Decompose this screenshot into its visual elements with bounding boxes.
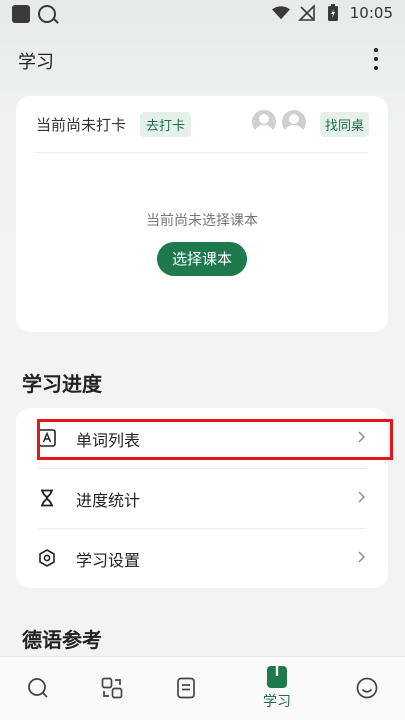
no-book-text: 当前尚未选择课本	[146, 213, 258, 229]
page-title: 学习	[18, 52, 54, 73]
menu-item-label: 学习设置	[76, 551, 141, 570]
smiley-icon	[356, 677, 378, 699]
chevron-right-icon	[358, 551, 365, 563]
nav-study[interactable]: 学习	[247, 657, 307, 720]
settings-hexagon-icon	[39, 549, 55, 567]
nav-flashcards[interactable]	[82, 657, 142, 720]
more-dot-icon	[374, 66, 378, 70]
book-icon	[267, 666, 287, 688]
section-title-reference: 德语参考	[22, 628, 102, 652]
no-signal-icon	[297, 4, 315, 21]
battery-charging-icon	[327, 4, 338, 21]
nav-label: 学习	[263, 694, 291, 710]
menu-item-settings[interactable]: 学习设置	[16, 528, 388, 588]
checkin-button[interactable]: 去打卡	[140, 112, 192, 137]
checkin-status-text: 当前尚未打卡	[36, 116, 127, 134]
app-notification-icon	[12, 5, 30, 23]
chevron-right-icon	[358, 431, 365, 443]
wifi-icon	[271, 6, 290, 20]
avatar	[282, 110, 306, 134]
more-options-button[interactable]	[369, 48, 383, 70]
checkin-card: 当前尚未打卡 去打卡 找同桌 当前尚未选择课本 选择课本	[16, 96, 388, 332]
status-bar: 10:05	[0, 0, 405, 30]
dictionary-notification-icon	[38, 5, 56, 23]
menu-item-label: 单词列表	[76, 431, 141, 450]
nav-profile[interactable]	[337, 657, 397, 720]
vocabulary-icon	[38, 429, 56, 447]
nav-notes[interactable]	[156, 657, 216, 720]
menu-item-vocabulary[interactable]: 单词列表	[16, 408, 388, 468]
status-left	[12, 5, 56, 23]
more-dot-icon	[374, 57, 378, 61]
choose-book-button[interactable]: 选择课本	[157, 242, 247, 276]
avatar	[252, 110, 276, 134]
menu-item-statistics[interactable]: 进度统计	[16, 468, 388, 528]
search-icon	[28, 678, 48, 698]
chevron-right-icon	[358, 491, 365, 503]
find-deskmate-button[interactable]: 找同桌	[320, 112, 370, 137]
divider	[36, 152, 368, 153]
nav-search[interactable]	[8, 657, 68, 720]
notes-icon	[177, 677, 195, 699]
more-dot-icon	[374, 48, 378, 52]
menu-item-label: 进度统计	[76, 491, 141, 510]
status-right: 10:05	[271, 4, 393, 22]
section-title-progress: 学习进度	[22, 372, 102, 396]
status-time: 10:05	[349, 4, 393, 22]
deskmate-avatars	[252, 110, 306, 134]
flashcards-icon	[101, 677, 123, 699]
hourglass-icon	[41, 489, 53, 507]
progress-menu: 单词列表 进度统计 学习设置	[16, 408, 388, 588]
bottom-nav: 学习	[0, 656, 405, 720]
app-bar: 学习	[0, 44, 405, 74]
